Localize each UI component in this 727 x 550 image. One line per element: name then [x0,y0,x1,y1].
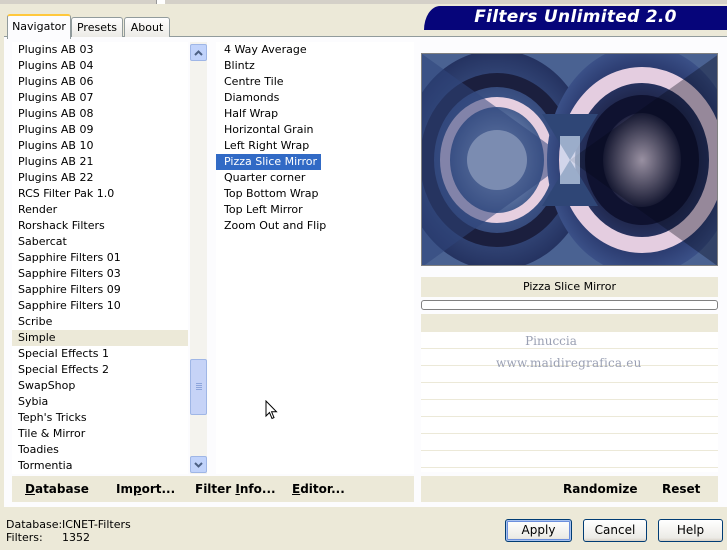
import-button[interactable]: Import... [116,476,175,502]
scroll-up-button[interactable] [190,44,207,61]
list-item[interactable]: Plugins AB 22 [12,170,188,186]
list-item[interactable]: Zoom Out and Flip [216,218,330,234]
list-item[interactable]: Plugins AB 03 [12,42,188,58]
list-item[interactable]: Plugins AB 21 [12,154,188,170]
list-item[interactable]: Plugins AB 08 [12,106,188,122]
parameter-row [421,451,718,468]
database-status-value: ICNET-Filters [62,518,131,531]
top-strip [0,0,727,4]
filter-info-button[interactable]: Filter Info... [195,476,276,502]
database-mnemonic: D [25,482,35,496]
scroll-thumb[interactable] [190,359,207,415]
list-item[interactable]: SwapShop [12,378,188,394]
list-item[interactable]: Rorshack Filters [12,218,188,234]
database-status-label: Database: [6,518,63,531]
tab-about[interactable]: About [124,17,170,37]
status-area: Database:ICNET-Filters Filters: 1352 [6,518,131,544]
tab-label: Navigator [12,20,66,33]
mouse-cursor-icon [265,400,278,420]
chevron-down-icon [194,462,203,468]
list-item[interactable]: Simple [12,330,188,346]
list-item[interactable]: RCS Filter Pak 1.0 [12,186,188,202]
list-item[interactable]: Toadies [12,442,188,458]
tab-label: About [130,21,164,34]
list-item[interactable]: Sapphire Filters 03 [12,266,188,282]
list-item[interactable]: Horizontal Grain [216,122,317,138]
list-item[interactable]: Plugins AB 06 [12,74,188,90]
help-button[interactable]: Help [658,519,723,542]
randomize-button[interactable]: Randomize [563,476,637,502]
app-title: Filters Unlimited 2.0 [474,7,677,27]
list-item[interactable]: Left Right Wrap [216,138,313,154]
database-label: atabase [34,482,89,496]
list-item[interactable]: Sapphire Filters 01 [12,250,188,266]
list-item[interactable]: Tile & Mirror [12,426,188,442]
list-item[interactable]: Sapphire Filters 09 [12,282,188,298]
list-item[interactable]: Blintz [216,58,259,74]
list-item[interactable]: Special Effects 2 [12,362,188,378]
parameter-row [421,400,718,417]
list-item[interactable]: Top Left Mirror [216,202,307,218]
list-item[interactable]: Plugins AB 07 [12,90,188,106]
list-item[interactable]: Top Bottom Wrap [216,186,323,202]
tab-label: Presets [76,21,118,34]
list-item[interactable]: Pizza Slice Mirror [216,154,322,170]
filter-info-label-2: nfo... [239,482,276,496]
list-item[interactable]: Render [12,202,188,218]
chevron-up-icon [194,50,203,56]
watermark: Pinuccia www.maidiregrafica.eu [496,330,642,374]
list-item[interactable]: Teph's Tricks [12,410,188,426]
parameter-row [421,383,718,400]
cancel-button[interactable]: Cancel [583,519,647,542]
list-item[interactable]: Sapphire Filters 10 [12,298,188,314]
preview-image [421,53,718,266]
navigator-toolbar: Database Import... Filter Info... Editor… [12,476,414,502]
tab-stub [156,0,165,4]
list-item[interactable]: Plugins AB 04 [12,58,188,74]
filter-info-label-1: Filter [195,482,236,496]
list-item[interactable]: Half Wrap [216,106,282,122]
list-item[interactable]: Sybia [12,394,188,410]
tab-navigator[interactable]: Navigator [7,14,71,39]
list-item[interactable]: Sabercat [12,234,188,250]
list-item[interactable]: Plugins AB 09 [12,122,188,138]
list-item[interactable]: 4 Way Average [216,42,311,58]
preview-artwork-icon [422,54,717,265]
parameter-row [421,417,718,434]
list-item[interactable]: Quarter corner [216,170,309,186]
filters-status-label: Filters: [6,531,43,544]
list-item[interactable]: Centre Tile [216,74,288,90]
tab-presets[interactable]: Presets [71,17,123,37]
editor-mnemonic: E [292,482,301,496]
parameter-row [421,434,718,451]
progress-bar [421,300,718,310]
selected-filter-name: Pizza Slice Mirror [421,277,718,297]
scroll-down-button[interactable] [190,456,207,473]
import-label-3: ort... [141,482,176,496]
import-mnemonic: p [132,482,142,496]
filters-status-value: 1352 [62,531,90,544]
list-item[interactable]: Special Effects 1 [12,346,188,362]
apply-button[interactable]: Apply [505,519,572,542]
editor-button[interactable]: Editor... [292,476,345,502]
watermark-line2: www.maidiregrafica.eu [496,356,642,370]
database-button[interactable]: Database [25,476,89,502]
list-item[interactable]: Plugins AB 10 [12,138,188,154]
reset-button[interactable]: Reset [662,476,700,502]
category-list[interactable]: Plugins AB 03 Plugins AB 04 Plugins AB 06 P… [12,42,188,474]
editor-label: ditor... [300,482,345,496]
import-label-2: m [120,482,133,496]
list-item[interactable]: Diamonds [216,90,283,106]
category-scrollbar[interactable] [190,42,207,474]
filter-list[interactable]: 4 Way Average Blintz Centre Tile Diamonds Ha… [216,42,414,474]
app-banner: Filters Unlimited 2.0 [424,6,727,30]
preview-toolbar: Randomize Reset [421,476,718,502]
list-item[interactable]: Scribe [12,314,188,330]
watermark-line1: Pinuccia [525,334,577,348]
list-item[interactable]: Tormentia [12,458,188,474]
